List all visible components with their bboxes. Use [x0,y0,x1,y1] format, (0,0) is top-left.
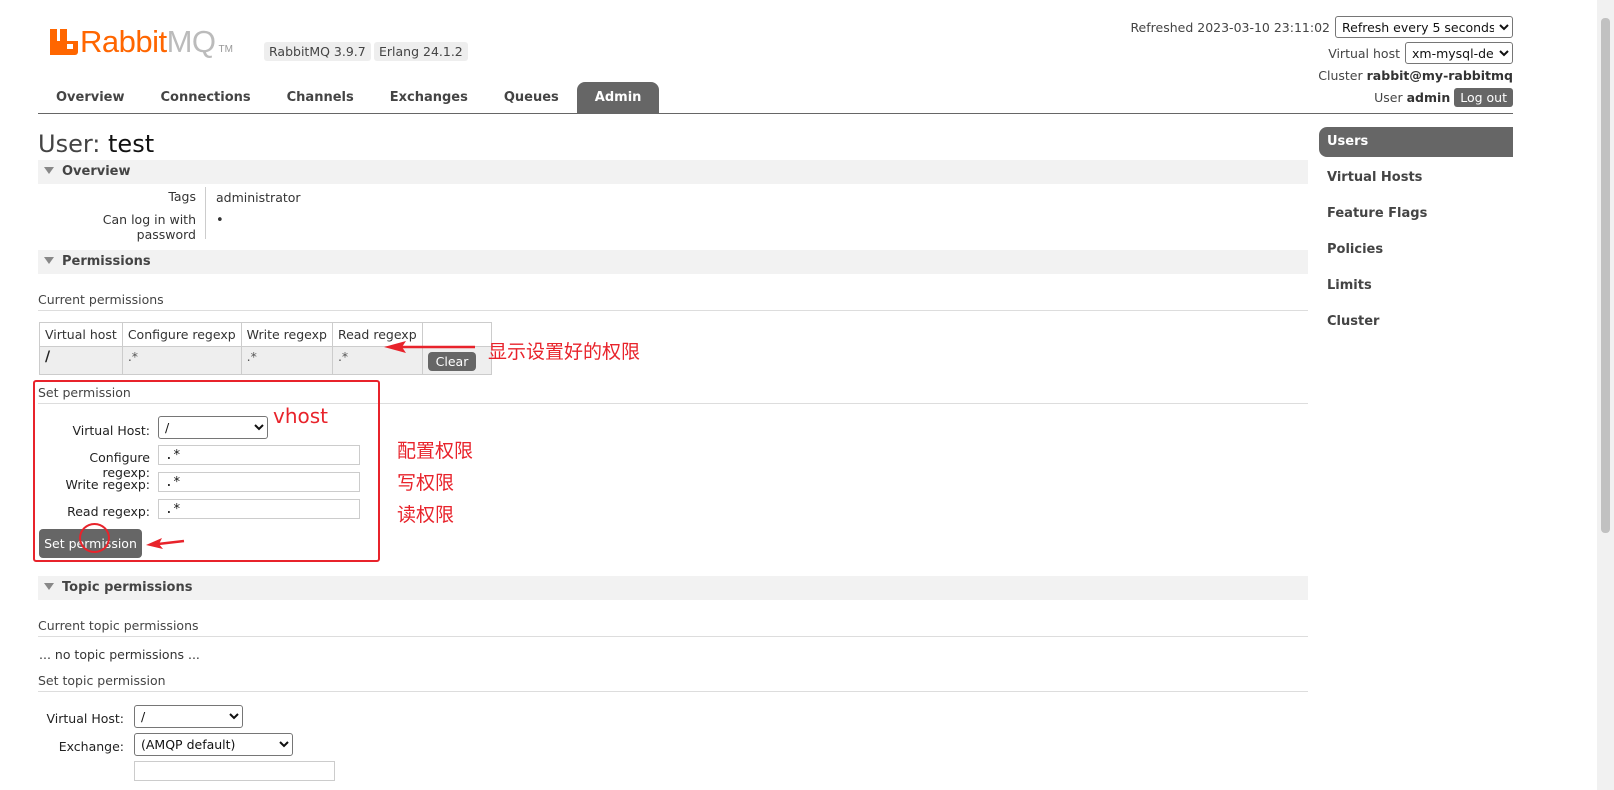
refreshed-timestamp: Refreshed 2023-03-10 23:11:02 [1130,19,1330,35]
annotation-circle [79,523,110,553]
user-row: User admin Log out [1374,88,1513,107]
permissions-heading: Permissions [62,254,151,269]
cell-write: .* [240,346,333,375]
collapse-triangle-icon [44,583,54,590]
sidebar-item-limits[interactable]: Limits [1319,271,1513,307]
topic-permissions-heading: Topic permissions [62,580,193,595]
main-nav-tabs: Overview Connections Channels Exchanges … [38,82,660,114]
sidebar-item-feature-flags[interactable]: Feature Flags [1319,199,1513,235]
tab-admin[interactable]: Admin [576,82,660,114]
refresh-row: Refreshed 2023-03-10 23:11:02 Refresh ev… [1130,16,1513,38]
annotation-read: 读权限 [397,504,455,526]
page-title-user: test [108,130,155,158]
user-name: admin [1406,90,1451,105]
tab-channels[interactable]: Channels [269,82,372,114]
annotation-shown-permissions: 显示设置好的权限 [488,341,641,363]
topic-vhost-select[interactable]: / [134,705,243,728]
logo-text-mq: MQ [166,24,216,59]
overview-section-header[interactable]: Overview [38,160,1308,184]
virtual-host-select[interactable]: xm-mysql-dev [1405,42,1513,64]
logout-button[interactable]: Log out [1454,88,1513,107]
cell-configure: .* [121,346,242,375]
virtual-host-label: Virtual host [1328,45,1400,61]
tabs-divider [38,113,1513,114]
read-regexp-input[interactable]: .* [158,499,360,519]
virtual-host-row: Virtual host xm-mysql-dev [1328,42,1513,64]
vhost-field-label: Virtual Host: [72,423,151,438]
tags-label: Tags [168,189,196,204]
column-header: Configure regexp [121,322,242,347]
page-title-prefix: User: [38,130,101,158]
tab-exchanges[interactable]: Exchanges [372,82,486,114]
current-permissions-heading: Current permissions [38,292,1308,311]
admin-sidebar: Users Virtual Hosts Feature Flags Polici… [1319,127,1513,343]
set-topic-permission-heading: Set topic permission [38,673,1308,692]
sidebar-item-cluster[interactable]: Cluster [1319,307,1513,343]
vhost-select[interactable]: / [158,416,268,439]
cluster-label: Cluster [1318,68,1363,83]
topic-exchange-label: Exchange: [58,739,124,754]
topic-permissions-section-header[interactable]: Topic permissions [38,576,1308,600]
topic-regexp-input[interactable] [134,761,335,781]
logo-text-rabbit: Rabbit [80,24,167,59]
column-header: Write regexp [240,322,333,347]
rabbitmq-logo[interactable]: RabbitMQ TM [50,26,233,57]
tab-queues[interactable]: Queues [486,82,577,114]
write-field-label: Write regexp: [65,477,150,492]
logo-trademark: TM [218,43,233,55]
read-field-label: Read regexp: [67,504,150,519]
tags-value: administrator [216,190,301,205]
tab-overview[interactable]: Overview [38,82,143,114]
cell-vhost: / [39,346,123,375]
erlang-badge: Erlang 24.1.2 [374,42,468,61]
kv-divider [205,187,206,239]
annotation-vhost: vhost [273,404,329,428]
cluster-name: rabbit@my-rabbitmq [1366,68,1513,83]
annotation-configure: 配置权限 [397,440,474,462]
vertical-scrollbar[interactable] [1597,0,1614,790]
refresh-interval-select[interactable]: Refresh every 5 seconds [1335,16,1513,38]
permissions-section-header[interactable]: Permissions [38,250,1308,274]
configure-field-label: Configure regexp: [89,450,150,480]
annotation-arrow-icon [384,341,475,353]
collapse-triangle-icon [44,167,54,174]
configure-regexp-input[interactable]: .* [158,445,360,465]
annotation-arrow-icon [146,538,185,549]
sidebar-item-policies[interactable]: Policies [1319,235,1513,271]
cluster-row: Cluster rabbit@my-rabbitmq [1318,68,1513,83]
user-label: User [1374,90,1403,105]
rabbit-logo-icon [50,29,78,55]
overview-heading: Overview [62,164,131,179]
no-topic-permissions-text: ... no topic permissions ... [39,647,200,662]
sidebar-item-users[interactable]: Users [1319,127,1513,157]
version-badge: RabbitMQ 3.9.7 [264,42,371,61]
topic-vhost-label: Virtual Host: [46,711,125,726]
login-value: • [216,213,224,228]
current-topic-permissions-heading: Current topic permissions [38,618,1308,637]
column-header: Virtual host [39,322,123,347]
write-regexp-input[interactable]: .* [158,472,360,492]
scrollbar-thumb[interactable] [1601,18,1610,533]
annotation-write: 写权限 [397,472,455,494]
sidebar-item-virtual-hosts[interactable]: Virtual Hosts [1319,163,1513,199]
login-label: Can log in with password [102,212,196,242]
page-title: User: test [38,130,154,158]
topic-exchange-select[interactable]: (AMQP default) [134,733,293,756]
tab-connections[interactable]: Connections [143,82,269,114]
collapse-triangle-icon [44,257,54,264]
